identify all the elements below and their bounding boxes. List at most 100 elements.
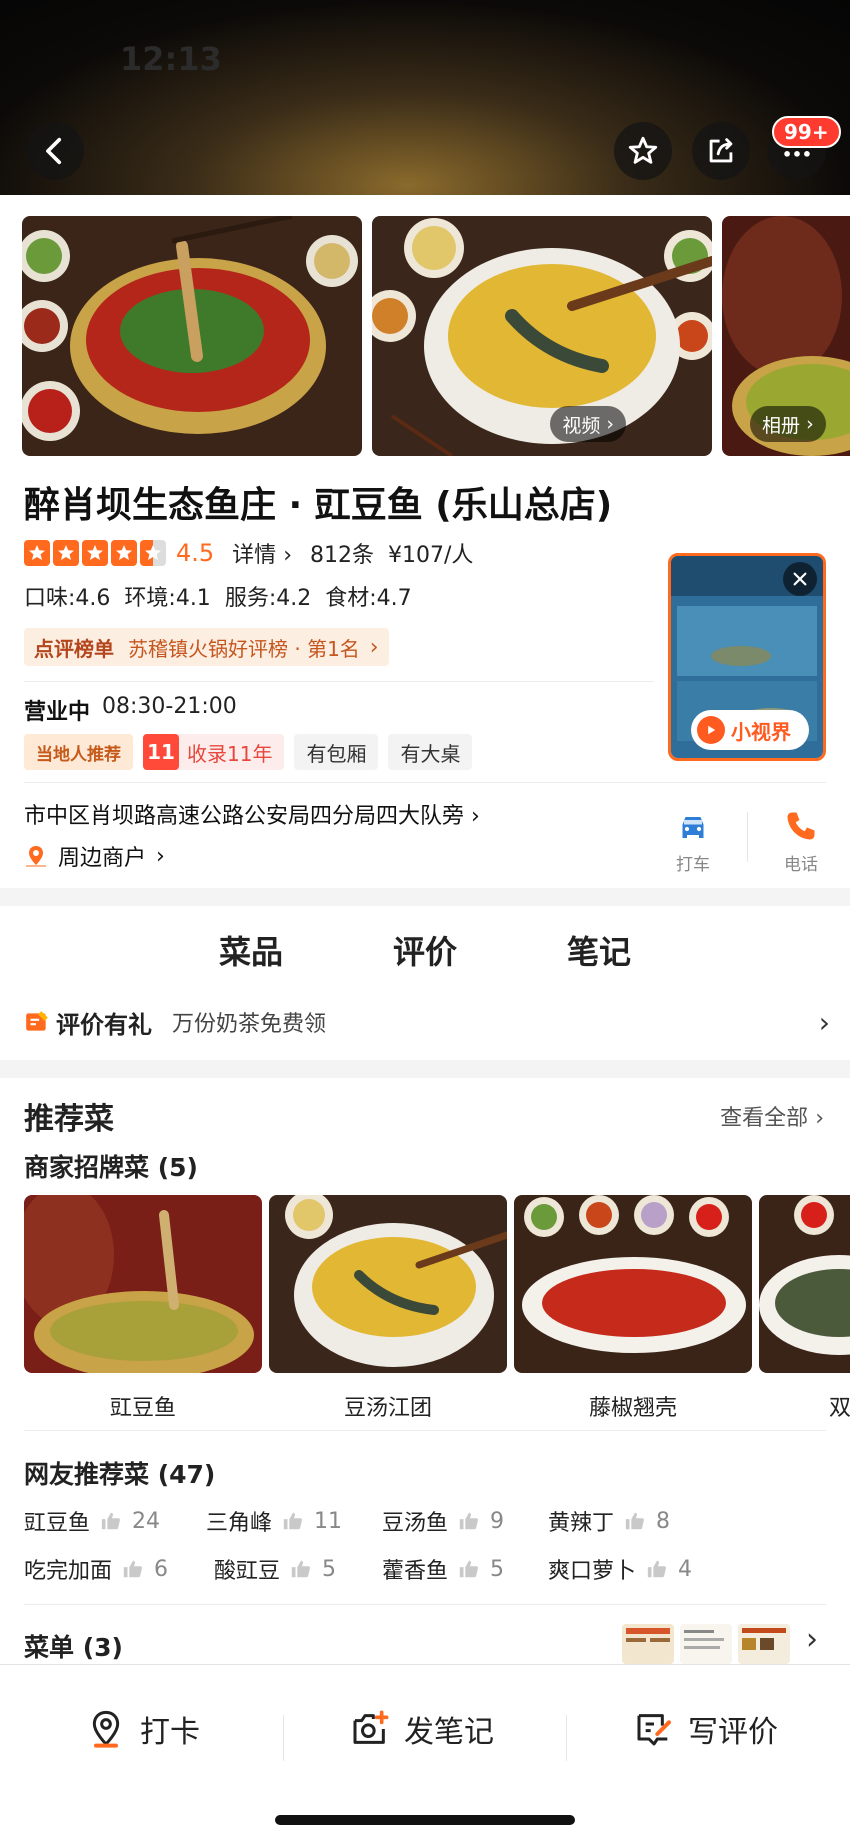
listed-years-tag: 11 收录11年: [143, 734, 285, 770]
address-link[interactable]: 市中区肖坝路高速公路公安局四分局四大队旁 ›: [24, 798, 480, 830]
camera-icon: [353, 1710, 389, 1744]
back-button[interactable]: [26, 122, 84, 180]
favorite-button[interactable]: [614, 122, 672, 180]
chevron-right-icon: ›: [369, 634, 379, 660]
status-time: 12:13: [120, 40, 222, 78]
post-note-button[interactable]: 发笔记: [350, 1707, 494, 1751]
recommended-dish-item[interactable]: 豇豆鱼 24: [24, 1505, 160, 1537]
write-review-button[interactable]: 写评价: [634, 1707, 778, 1751]
tab-dishes[interactable]: 菜品: [219, 912, 283, 988]
menu-thumbnail[interactable]: [680, 1624, 732, 1664]
menu-image: [680, 1624, 732, 1664]
user-recommended-title: 网友推荐菜 (47): [24, 1460, 216, 1489]
ranking-tag: 点评榜单: [34, 636, 114, 661]
ranking-text: 苏稽镇火锅好评榜 · 第1名: [128, 636, 360, 661]
dish-card[interactable]: [514, 1195, 752, 1373]
signature-dishes-title: 商家招牌菜 (5): [24, 1153, 198, 1182]
rating-score: 4.5: [176, 539, 215, 567]
divider: [566, 1715, 567, 1761]
menu-title[interactable]: 菜单 (3): [24, 1628, 123, 1664]
divider: [24, 782, 826, 783]
recommended-dish-item[interactable]: 吃完加面 6: [24, 1553, 168, 1585]
share-icon: [709, 138, 733, 163]
mini-video-card[interactable]: 小视界: [668, 553, 826, 761]
recommended-dish-item[interactable]: 爽口萝卜 4: [548, 1553, 692, 1585]
star-icon: [628, 136, 658, 164]
notification-badge: 99+: [772, 116, 841, 148]
business-hours[interactable]: 营业中 08:30-21:00: [24, 694, 237, 726]
thumb-up-icon: [459, 1560, 478, 1578]
restaurant-detail-page: 12:13 99+ 视频 › 相册 › 醉肖坝生态鱼庄 · 豇豆鱼 (乐山总店)…: [0, 0, 850, 1842]
recommended-dish-item[interactable]: 豆汤鱼 9: [382, 1505, 504, 1537]
private-room-tag: 有包厢: [294, 734, 379, 770]
years-number: 11: [143, 734, 179, 770]
photo-jar[interactable]: 相册 ›: [722, 216, 850, 456]
thumb-up-icon: [291, 1560, 310, 1578]
dish-name: 豇豆鱼: [109, 1396, 176, 1421]
chevron-right-icon: ›: [471, 804, 480, 829]
star-icon: [53, 540, 79, 566]
back-icon: [46, 137, 62, 165]
checkin-button[interactable]: 打卡: [86, 1707, 200, 1751]
dish-card[interactable]: [24, 1195, 262, 1373]
mini-video-label: 小视界: [691, 710, 809, 750]
see-all-link[interactable]: 查看全部 ›: [720, 1100, 824, 1132]
thumb-up-icon: [647, 1560, 666, 1578]
content-tabs: 菜品 评价 笔记: [0, 912, 850, 988]
recommended-dish-item[interactable]: 酸豇豆 5: [214, 1553, 336, 1585]
half-star-icon: [140, 540, 166, 566]
photo-bean-soup-fish[interactable]: 视频 ›: [372, 216, 712, 456]
thumb-up-icon: [101, 1512, 120, 1530]
food-photo-image: [22, 216, 362, 456]
divider: [24, 1604, 826, 1605]
divider: [283, 1715, 284, 1761]
photo-fish-hotpot[interactable]: [22, 216, 362, 456]
food-photo-image: [372, 216, 712, 456]
taste-score: 口味:4.6: [24, 586, 111, 611]
menu-image: [622, 1624, 674, 1664]
star-icon: [24, 540, 50, 566]
hours-text: 08:30-21:00: [102, 694, 237, 719]
dish-image: [269, 1195, 507, 1373]
open-status: 营业中: [24, 700, 91, 725]
reward-title: 评价有礼: [56, 1010, 152, 1039]
tag-chips: 当地人推荐 11 收录11年 有包厢 有大桌: [24, 734, 473, 770]
menu-thumbnail[interactable]: [738, 1624, 790, 1664]
star-rating: [24, 540, 166, 566]
menu-thumbnail[interactable]: [622, 1624, 674, 1664]
chevron-right-icon: ›: [806, 413, 814, 435]
phone-button[interactable]: 电话: [761, 808, 841, 875]
tab-notes[interactable]: 笔记: [567, 912, 631, 988]
service-score: 服务:4.2: [224, 586, 312, 611]
recommended-dish-item[interactable]: 三角峰 11: [206, 1505, 342, 1537]
recommended-dishes-title: 推荐菜: [24, 1102, 114, 1137]
chevron-right-icon: ›: [815, 1106, 824, 1131]
chevron-right-icon: ›: [606, 413, 614, 435]
nearby-shops-link[interactable]: 周边商户 ›: [24, 840, 165, 872]
phone-icon: [787, 812, 815, 840]
review-reward-banner[interactable]: 评价有礼 万份奶茶免费领 ›: [24, 1000, 830, 1044]
header-backdrop: 12:13 99+: [0, 0, 850, 195]
taxi-button[interactable]: 打车: [653, 808, 733, 875]
chevron-right-icon[interactable]: ›: [806, 1622, 818, 1657]
details-link[interactable]: 详情 ›: [232, 537, 292, 569]
ranking-banner[interactable]: 点评榜单 苏稽镇火锅好评榜 · 第1名 ›: [24, 628, 389, 666]
menu-image: [738, 1624, 790, 1664]
tab-reviews[interactable]: 评价: [393, 912, 457, 988]
dish-card[interactable]: [759, 1195, 850, 1373]
dish-card[interactable]: [269, 1195, 507, 1373]
star-icon: [82, 540, 108, 566]
album-tab[interactable]: 相册 ›: [750, 406, 826, 442]
dish-image: [24, 1195, 262, 1373]
big-table-tag: 有大桌: [388, 734, 473, 770]
home-indicator[interactable]: [275, 1815, 575, 1825]
thumb-up-icon: [123, 1560, 142, 1578]
close-video-button[interactable]: [783, 562, 817, 596]
recommended-dish-item[interactable]: 藿香鱼 5: [382, 1553, 504, 1585]
share-button[interactable]: [692, 122, 750, 180]
location-pin-icon: [92, 1710, 120, 1748]
play-icon: [697, 716, 725, 744]
rating-row: 4.5 详情 › 812条 ¥107/人: [24, 537, 473, 569]
video-tab[interactable]: 视频 ›: [550, 406, 626, 442]
recommended-dish-item[interactable]: 黄辣丁 8: [548, 1505, 670, 1537]
